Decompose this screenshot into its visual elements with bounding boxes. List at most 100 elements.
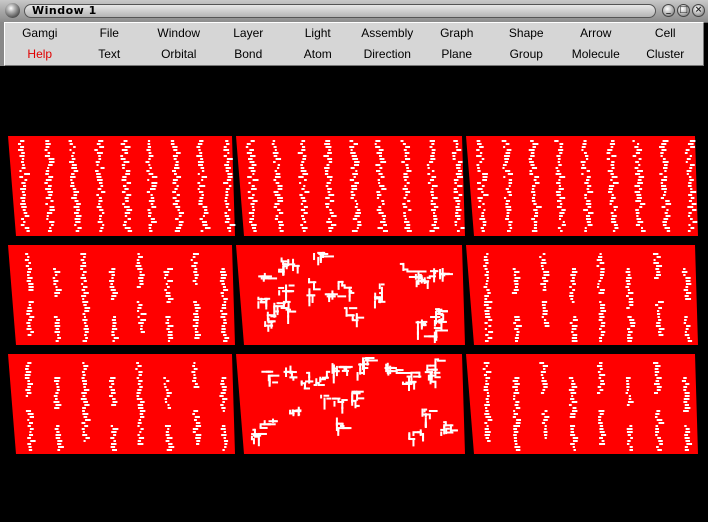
pattern-mark: [534, 182, 540, 184]
pattern-mark: [265, 303, 268, 310]
menu-item-bond[interactable]: Bond: [214, 44, 284, 65]
menu-item-cell[interactable]: Cell: [631, 23, 701, 44]
pattern-mark: [108, 380, 114, 382]
pattern-mark: [635, 161, 639, 163]
pattern-mark: [221, 377, 227, 379]
close-button[interactable]: ×: [692, 4, 705, 17]
pattern-mark: [637, 143, 640, 145]
pattern-mark: [570, 443, 575, 445]
pattern-mark: [599, 428, 604, 430]
pattern-mark: [83, 304, 87, 306]
pattern-mark: [172, 170, 176, 172]
pattern-mark: [199, 197, 204, 199]
pattern-mark: [380, 292, 383, 301]
pattern-mark: [457, 185, 463, 187]
pattern-mark: [136, 377, 140, 379]
title-bar[interactable]: Window 1 _ □ ×: [0, 0, 708, 23]
pattern-mark: [683, 322, 687, 324]
menu-item-shape[interactable]: Shape: [492, 23, 562, 44]
menu-item-gamgi[interactable]: Gamgi: [5, 23, 75, 44]
pattern-mark: [195, 437, 201, 439]
pattern-mark: [683, 386, 688, 388]
pattern-mark: [123, 140, 128, 142]
pattern-mark: [193, 262, 198, 264]
menu-item-layer[interactable]: Layer: [214, 23, 284, 44]
menu-item-molecule[interactable]: Molecule: [561, 44, 631, 65]
menu-item-graph[interactable]: Graph: [422, 23, 492, 44]
pattern-mark: [417, 275, 420, 285]
maximize-button[interactable]: □: [677, 4, 690, 17]
pattern-mark: [47, 185, 52, 187]
pattern-mark: [273, 146, 277, 148]
pattern-mark: [164, 274, 169, 276]
pattern-mark: [599, 374, 606, 376]
pattern-mark: [569, 286, 572, 288]
pattern-mark: [54, 295, 58, 297]
pattern-mark: [328, 227, 334, 229]
pattern-mark: [137, 440, 141, 442]
pattern-mark: [19, 176, 24, 178]
pattern-mark: [101, 212, 105, 214]
pattern-mark: [27, 271, 31, 273]
pattern-mark: [28, 422, 34, 424]
pattern-mark: [245, 146, 249, 148]
menu-item-group[interactable]: Group: [492, 44, 562, 65]
pattern-mark: [227, 176, 233, 178]
pattern-mark: [598, 377, 602, 379]
pattern-mark: [223, 301, 227, 303]
menu-item-window[interactable]: Window: [144, 23, 214, 44]
pattern-mark: [311, 294, 314, 303]
pattern-mark: [692, 209, 697, 211]
pattern-mark: [625, 280, 631, 282]
pattern-mark: [665, 215, 671, 217]
pattern-mark: [512, 380, 519, 382]
menu-item-direction[interactable]: Direction: [353, 44, 423, 65]
menu-item-assembly[interactable]: Assembly: [353, 23, 423, 44]
pattern-mark: [55, 398, 58, 400]
pattern-mark: [247, 176, 252, 178]
menu-item-file[interactable]: File: [75, 23, 145, 44]
pattern-mark: [508, 194, 512, 196]
pattern-mark: [636, 194, 642, 196]
pattern-mark: [559, 143, 564, 145]
pattern-mark: [272, 140, 276, 142]
pattern-mark: [328, 230, 332, 232]
pattern-mark: [627, 337, 633, 339]
pattern-mark: [683, 389, 687, 391]
menu-item-light[interactable]: Light: [283, 23, 353, 44]
pattern-mark: [637, 221, 644, 223]
pattern-mark: [656, 265, 663, 267]
pattern-mark: [658, 334, 664, 336]
menu-item-cluster[interactable]: Cluster: [631, 44, 701, 65]
menu-item-help[interactable]: Help: [5, 44, 75, 65]
pattern-mark: [303, 212, 308, 214]
pattern-mark: [365, 359, 371, 362]
pattern-mark: [485, 407, 488, 409]
pattern-mark: [178, 224, 183, 226]
window-menu-orb-icon[interactable]: [5, 3, 20, 18]
pattern-mark: [136, 262, 141, 264]
pattern-mark: [515, 407, 521, 409]
pattern-mark: [542, 365, 549, 367]
menu-item-arrow[interactable]: Arrow: [561, 23, 631, 44]
graphics-viewport[interactable]: [0, 67, 708, 522]
pattern-mark: [172, 146, 178, 148]
menu-item-atom[interactable]: Atom: [283, 44, 353, 65]
pattern-mark: [571, 410, 578, 412]
menu-item-text[interactable]: Text: [75, 44, 145, 65]
minimize-button[interactable]: _: [662, 4, 675, 17]
pattern-mark: [223, 431, 227, 433]
pattern-mark: [378, 149, 384, 151]
pattern-mark: [351, 194, 356, 196]
pattern-mark: [431, 224, 437, 226]
pattern-mark: [96, 152, 103, 154]
pattern-mark: [55, 383, 59, 385]
pattern-mark: [514, 286, 518, 288]
pattern-mark: [81, 428, 85, 430]
pattern-mark: [557, 161, 561, 163]
menu-item-orbital[interactable]: Orbital: [144, 44, 214, 65]
pattern-mark: [513, 431, 519, 433]
menu-item-plane[interactable]: Plane: [422, 44, 492, 65]
pattern-mark: [83, 440, 86, 442]
pattern-mark: [24, 215, 30, 217]
